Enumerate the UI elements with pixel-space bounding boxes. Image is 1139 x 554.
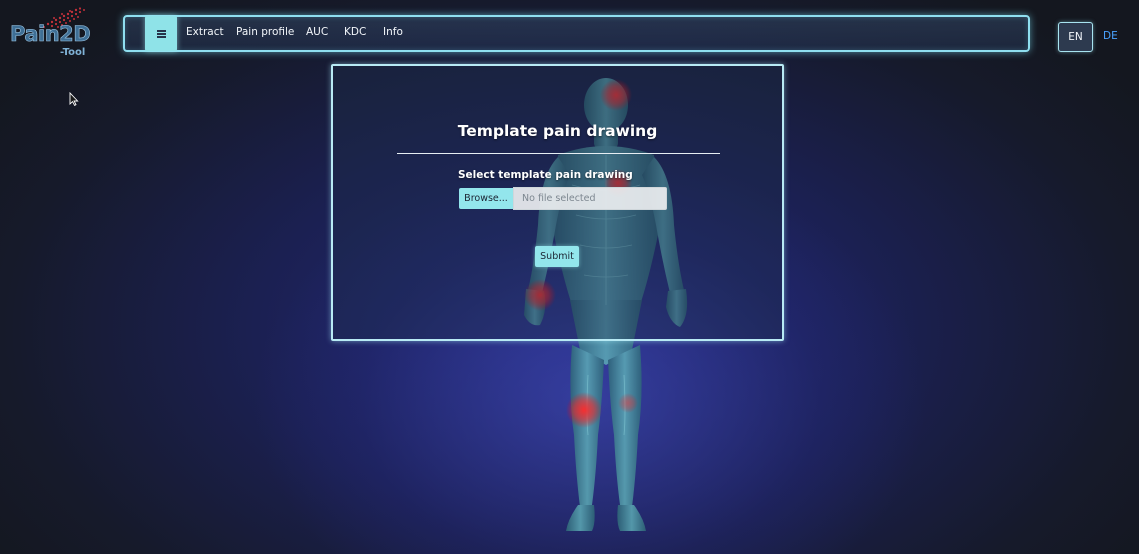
hamburger-icon (156, 29, 166, 38)
logo-subtitle: -Tool (60, 47, 86, 58)
browse-button[interactable]: Browse... (459, 188, 513, 209)
top-navbar: Extract Pain profile AUC KDC Info (123, 15, 1030, 52)
language-en-button[interactable]: EN (1058, 22, 1093, 52)
nav-item-auc[interactable]: AUC (306, 26, 328, 38)
language-de-link[interactable]: DE (1103, 30, 1118, 42)
menu-toggle-button[interactable] (145, 16, 177, 51)
nav-item-extract[interactable]: Extract (186, 26, 224, 38)
title-divider (397, 153, 720, 154)
nav-item-info[interactable]: Info (383, 26, 403, 38)
panel-title: Template pain drawing (457, 122, 658, 140)
file-field-label: Select template pain drawing (458, 169, 633, 181)
mouse-cursor-icon (69, 92, 79, 106)
app-logo[interactable]: Pain2D -Tool (8, 6, 94, 58)
template-upload-panel: Template pain drawing Select template pa… (331, 64, 784, 341)
nav-item-kdc[interactable]: KDC (344, 26, 366, 38)
logo-title: Pain2D (10, 22, 91, 47)
nav-item-pain-profile[interactable]: Pain profile (236, 26, 294, 38)
file-name-field[interactable]: No file selected (513, 187, 667, 210)
submit-button[interactable]: Submit (535, 246, 579, 267)
